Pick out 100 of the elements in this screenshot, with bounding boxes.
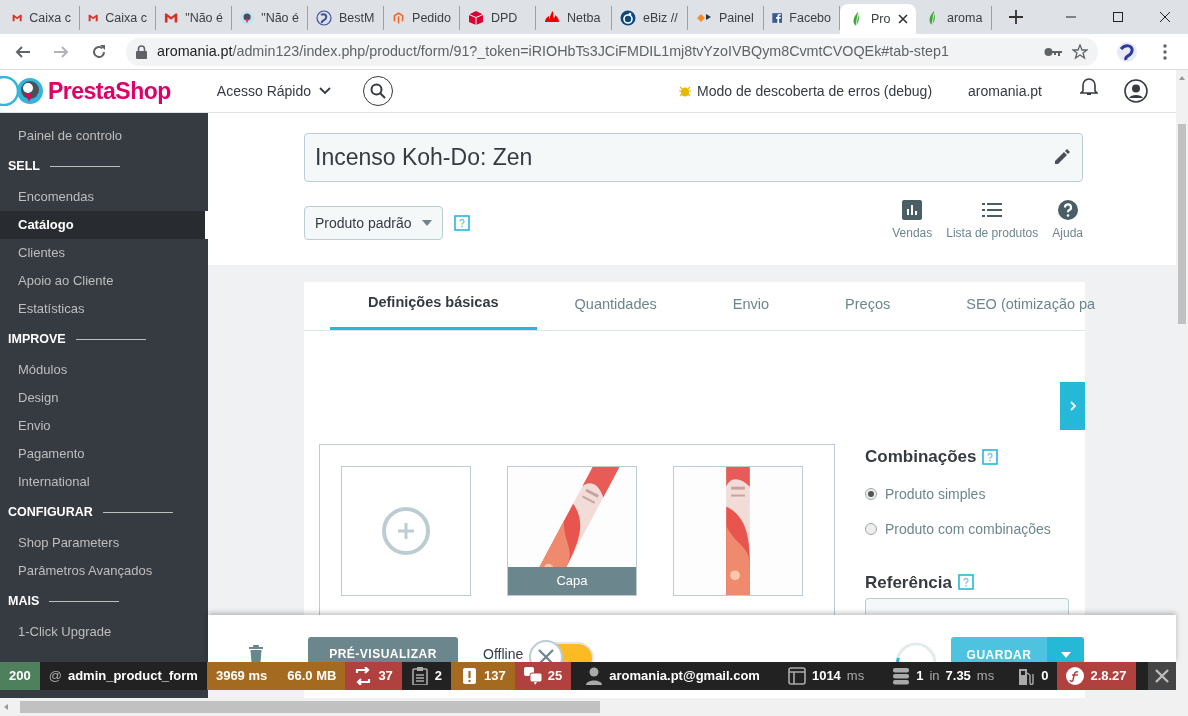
bell-icon[interactable] bbox=[1080, 76, 1098, 96]
tab[interactable]: SEO (otimização pa bbox=[928, 282, 1134, 330]
clipboard-icon[interactable] bbox=[410, 667, 429, 685]
logo-text[interactable]: PrestaShop bbox=[48, 73, 171, 109]
browser-tab[interactable]: Pedido bbox=[384, 6, 460, 30]
reference-field[interactable] bbox=[865, 598, 1069, 614]
browser-tab[interactable]: Caixa c bbox=[4, 6, 80, 30]
browser-tab[interactable]: Netba bbox=[536, 6, 612, 30]
trash-icon[interactable] bbox=[248, 645, 264, 663]
section-heading: CONFIGURAR bbox=[8, 504, 93, 522]
toolbar-panel[interactable]: 3969 ms 66.0 MB bbox=[206, 662, 346, 690]
section-heading: IMPROVE bbox=[8, 331, 66, 349]
scrollbar-thumb[interactable] bbox=[20, 701, 600, 713]
toolbar-text: admin_product_form bbox=[67, 667, 198, 686]
tab[interactable]: Preços bbox=[807, 282, 929, 330]
sidebar-item[interactable]: International bbox=[0, 468, 208, 496]
chat-bubbles-icon[interactable] bbox=[523, 667, 542, 685]
quick-access-menu[interactable]: Acesso Rápido bbox=[216, 80, 331, 102]
bird-icon bbox=[240, 10, 255, 26]
back-icon[interactable] bbox=[15, 43, 31, 60]
section-title: Combinações bbox=[865, 446, 977, 468]
layout-icon[interactable] bbox=[787, 667, 806, 685]
radio-label: Produto com combinações bbox=[885, 519, 1051, 539]
key-icon[interactable] bbox=[1044, 46, 1062, 57]
toolbar-text: 2 bbox=[434, 667, 443, 686]
close-icon[interactable] bbox=[898, 14, 908, 24]
alert-book-icon[interactable] bbox=[460, 667, 479, 685]
switch-label: Offline bbox=[483, 647, 524, 662]
person-icon[interactable] bbox=[585, 667, 604, 685]
toolbar-panel[interactable]: 137 bbox=[451, 662, 515, 690]
close-icon[interactable] bbox=[1158, 11, 1171, 23]
database-icon[interactable] bbox=[892, 667, 911, 685]
browser-tab[interactable]: "Não é bbox=[156, 6, 232, 30]
plus-icon bbox=[1008, 10, 1023, 24]
sidebar-item[interactable]: Design bbox=[0, 384, 208, 412]
sidebar-item[interactable]: Pagamento bbox=[0, 440, 208, 468]
logo-icon[interactable] bbox=[0, 76, 44, 106]
caret-icon bbox=[1060, 652, 1071, 658]
preview-button[interactable]: PRÉ-VISUALIZAR bbox=[308, 637, 458, 662]
browser-tab[interactable]: Pro bbox=[840, 4, 916, 34]
fuel-pump-icon[interactable] bbox=[1017, 667, 1036, 685]
sync-icon[interactable] bbox=[354, 667, 373, 685]
close-icon bbox=[1155, 669, 1169, 683]
close-button[interactable] bbox=[1148, 662, 1176, 690]
hexagon-icon bbox=[392, 10, 406, 26]
tab[interactable]: Envio bbox=[694, 282, 808, 330]
radio-button[interactable] bbox=[865, 488, 877, 500]
toolbar-text: 7.35 bbox=[945, 667, 971, 686]
star-icon[interactable] bbox=[1072, 43, 1088, 60]
sidebar-item[interactable]: Envio bbox=[0, 412, 208, 440]
horizontal-scrollbar[interactable] bbox=[0, 698, 1188, 716]
browser-tab[interactable]: aroma bbox=[916, 6, 992, 30]
chevron-right-icon bbox=[1069, 401, 1076, 411]
sidebar-item[interactable]: Encomendas bbox=[0, 183, 208, 211]
sidebar-item[interactable]: Módulos bbox=[0, 356, 208, 384]
sidebar-item[interactable]: Shop Parameters bbox=[0, 529, 208, 557]
toolbar-text: ms bbox=[976, 667, 995, 686]
product-name-field[interactable]: Incenso Koh-Do: Zen bbox=[304, 133, 1083, 182]
product-type-dropdown[interactable]: Produto padrão bbox=[304, 206, 443, 240]
toolbar-text: 1014 bbox=[811, 667, 841, 686]
sidebar-item[interactable]: Painel de controlo bbox=[0, 122, 208, 150]
toolbar-panel[interactable]: 200 bbox=[0, 662, 40, 690]
radio-button[interactable] bbox=[865, 523, 877, 535]
toolbar-button[interactable]: Lista de produtos bbox=[946, 200, 1039, 242]
menu-icon[interactable] bbox=[1163, 43, 1167, 60]
maximize-icon[interactable] bbox=[1111, 11, 1124, 23]
sidebar-item[interactable]: Catálogo bbox=[0, 211, 208, 239]
tab[interactable]: Definições básicas bbox=[330, 282, 537, 330]
online-switch[interactable] bbox=[529, 640, 596, 662]
toolbar-text: 25 bbox=[547, 667, 563, 686]
symfony-icon[interactable] bbox=[1066, 667, 1085, 685]
browser-tab[interactable]: BestM bbox=[308, 6, 384, 30]
toolbar-button[interactable]: Ajuda bbox=[1052, 200, 1083, 242]
search-icon bbox=[370, 83, 386, 99]
browser-tab[interactable]: "Não é bbox=[232, 6, 308, 30]
scrollbar-thumb[interactable] bbox=[1178, 124, 1186, 324]
sidebar-item[interactable]: Estatísticas bbox=[0, 295, 208, 323]
browser-tab[interactable]: Caixa c bbox=[80, 6, 156, 30]
reload-icon[interactable] bbox=[91, 43, 107, 60]
toolbar-text: aromania.pt@gmail.com bbox=[609, 667, 760, 686]
toolbar-panel[interactable]: 2.8.27 bbox=[1057, 662, 1136, 690]
user-icon[interactable] bbox=[1124, 79, 1148, 103]
sidebar-item[interactable]: Apoio ao Cliente bbox=[0, 267, 208, 295]
sidebar-item[interactable]: 1-Click Upgrade bbox=[0, 618, 208, 646]
toolbar-text: ms bbox=[846, 667, 865, 686]
cube-icon bbox=[468, 10, 484, 26]
browser-tab[interactable]: DPD bbox=[460, 6, 536, 30]
vertical-scrollbar[interactable] bbox=[1176, 70, 1188, 698]
toolbar-button[interactable]: Vendas bbox=[892, 200, 933, 242]
sidebar-item[interactable]: Clientes bbox=[0, 239, 208, 267]
toolbar-panel[interactable]: 37 bbox=[345, 662, 402, 690]
browser-tab[interactable]: Painel bbox=[688, 6, 764, 30]
sidebar-item[interactable]: Parâmetros Avançados bbox=[0, 557, 208, 585]
toolbar-text: 3969 ms bbox=[215, 667, 268, 686]
profile-icon[interactable] bbox=[1116, 40, 1138, 63]
toolbar-panel[interactable]: 25 bbox=[514, 662, 572, 690]
lock-icon[interactable] bbox=[136, 44, 147, 59]
shop-link[interactable]: aromania.pt bbox=[968, 80, 1042, 102]
browser-tab[interactable]: eBiz // bbox=[612, 6, 688, 30]
tab[interactable]: Quantidades bbox=[536, 282, 695, 330]
